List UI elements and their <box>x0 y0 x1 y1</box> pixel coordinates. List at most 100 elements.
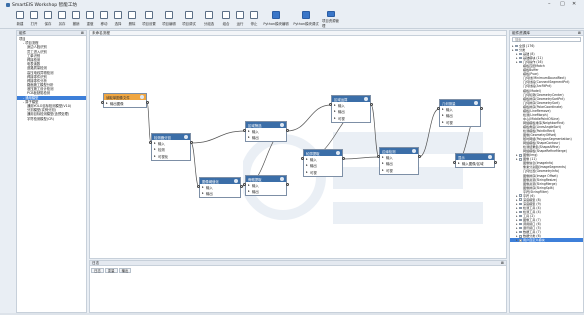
save-as-icon <box>58 11 66 19</box>
toolbar-button-8[interactable]: 删除 <box>126 9 138 28</box>
connection-wire[interactable] <box>286 104 332 132</box>
connection-wire[interactable] <box>190 130 246 144</box>
toolbar-button-1[interactable]: 打开 <box>28 9 40 28</box>
toolbar-button-18[interactable]: 项目资源管理 <box>322 9 340 28</box>
node-settings-icon[interactable] <box>234 178 238 183</box>
maximize-icon[interactable]: □ <box>560 1 565 7</box>
flow-node-title: 区域运算 <box>334 97 348 102</box>
flow-node[interactable]: 读取单图像文件输出图像 <box>103 93 147 108</box>
flow-node-port-label: 可视化 <box>152 153 190 160</box>
node-settings-icon[interactable] <box>184 134 188 139</box>
flow-node[interactable]: 图像阈值化输入输出 <box>199 177 241 198</box>
connection-wire[interactable] <box>418 108 440 158</box>
toolbar-button-9[interactable]: 项目设置 <box>140 9 158 28</box>
pin-close-icon[interactable]: ⊠ <box>501 261 504 265</box>
toolbar-button-17[interactable]: Python模块调试 <box>292 9 320 28</box>
folder-icon <box>519 202 522 206</box>
toolbar-button-4[interactable]: 撤销 <box>70 9 82 28</box>
node-settings-icon[interactable] <box>280 176 284 181</box>
toolbar-button-label: 另存 <box>58 21 66 26</box>
log-panel: 日志 ⊠ 日志 变量 输出 <box>89 260 507 313</box>
toolbar-button-label: 运行 <box>236 21 244 26</box>
log-tab[interactable]: 变量 <box>104 268 118 273</box>
node-settings-icon[interactable] <box>488 154 492 159</box>
resource-tree: ▸ 全部 (176) ▸ 分类 ▸ 基础 (8) ▸ 基础模块 (11) ▸ 几何操作 (16) 模… <box>510 43 583 243</box>
connection-wire[interactable] <box>190 142 200 188</box>
flow-node[interactable]: 区域运算输入输出可视 <box>331 95 371 123</box>
toolbar-button-15[interactable]: 停止 <box>248 9 260 28</box>
toolbar-button-5[interactable]: 重做 <box>84 9 96 28</box>
flow-node[interactable]: 骨骼提取输入输出 <box>245 175 287 196</box>
flow-node-port-label: 可视 <box>380 167 418 174</box>
flow-node-port-label: 输入图像/区域 <box>456 160 494 167</box>
group-select-icon <box>205 11 213 19</box>
pin-close-icon[interactable]: ⊠ <box>578 31 581 35</box>
toolbar-button-label: 项目资源管理 <box>322 19 339 28</box>
flow-node-title: 边缘检测 <box>382 149 396 154</box>
delete-icon <box>128 11 136 19</box>
undo-icon <box>72 11 80 19</box>
project-tree-item-label: 字符检测模型(CR) <box>27 116 54 121</box>
flow-node-title: 轮廓提取 <box>306 151 320 156</box>
node-settings-icon[interactable] <box>364 96 368 101</box>
node-settings-icon[interactable] <box>474 100 478 105</box>
folder-icon <box>519 158 522 161</box>
flow-node-port-label: 可视 <box>440 119 480 126</box>
component-panel-header: 组件 ⊠ <box>17 31 86 36</box>
flow-node[interactable]: 区域筛选输入输出 <box>245 121 287 142</box>
select-icon <box>114 11 122 19</box>
node-settings-icon[interactable] <box>412 148 416 153</box>
folder-icon <box>519 222 522 226</box>
folder-icon <box>519 230 522 234</box>
toolbar-button-label: 分组选 <box>203 21 215 26</box>
project-tree-item[interactable]: 字符检测模型(CR) <box>17 117 86 121</box>
folder-icon <box>519 153 522 157</box>
pin-close-icon[interactable]: ⊠ <box>81 31 84 35</box>
new-file-icon <box>16 11 24 19</box>
node-settings-icon[interactable] <box>140 94 144 99</box>
folder-icon <box>519 210 522 214</box>
toolbar-button-7[interactable]: 选择 <box>112 9 124 28</box>
save-icon <box>44 11 52 19</box>
connection-wire[interactable] <box>370 104 380 158</box>
minimize-icon[interactable]: – <box>548 1 551 7</box>
flow-node-port-label: 输出 <box>246 189 286 196</box>
flow-node-title: 骨骼提取 <box>248 177 262 182</box>
toolbar-button-14[interactable]: 运行 <box>234 9 246 28</box>
resource-search-input[interactable]: 搜索 <box>512 37 581 42</box>
flow-node[interactable]: 轮廓提取输入输出可视 <box>303 149 343 177</box>
flow-node[interactable]: 几何测量输入输出可视 <box>439 99 481 127</box>
flow-node[interactable]: 边缘检测输入输出可视 <box>379 147 419 175</box>
toolbar-button-12[interactable]: 分组选 <box>200 9 218 28</box>
toolbar-button-label: 项目调试 <box>182 21 196 26</box>
folder-icon <box>519 214 522 218</box>
node-settings-icon[interactable] <box>336 150 340 155</box>
toolbar-button-11[interactable]: 项目调试 <box>180 9 198 28</box>
toolbar-button-2[interactable]: 保存 <box>42 9 54 28</box>
log-tab[interactable]: 输出 <box>118 268 132 273</box>
resource-tree-item[interactable]: ▸ 用户自定义模块 <box>510 238 583 243</box>
toolbar-button-label: 移动 <box>100 21 108 26</box>
flow-node-port-label: 输出 <box>200 191 240 198</box>
log-tab[interactable]: 日志 <box>91 268 104 273</box>
connection-wire[interactable] <box>342 156 380 160</box>
flow-tab[interactable]: 未命名流程 <box>90 31 506 36</box>
move-icon <box>100 11 108 19</box>
component-panel-title: 组件 <box>19 30 27 35</box>
flow-node-port-label: 可视 <box>332 115 370 122</box>
folder-icon <box>519 234 522 238</box>
flow-node-port-label: 输出图像 <box>104 100 146 107</box>
toolbar-button-6[interactable]: 移动 <box>98 9 110 28</box>
node-settings-icon[interactable] <box>280 122 284 127</box>
toolbar-button-3[interactable]: 另存 <box>56 9 68 28</box>
flow-node[interactable]: 检测器分割输入检测可视化 <box>151 133 191 161</box>
toolbar-button-13[interactable]: 组合 <box>220 9 232 28</box>
toolbar-button-0[interactable]: 新建 <box>14 9 26 28</box>
flow-canvas[interactable]: 读取单图像文件输出图像检测器分割输入检测可视化图像阈值化输入输出 区域筛选输入输出… <box>93 37 505 258</box>
toolbar-button-10[interactable]: 项目编辑 <box>160 9 178 28</box>
toolbar-button-label: 重做 <box>86 21 94 26</box>
toolbar-button-16[interactable]: Python模块编辑 <box>262 9 290 28</box>
folder-icon <box>519 218 522 222</box>
flow-node[interactable]: 显示输入图像/区域 <box>455 153 495 168</box>
close-icon[interactable]: ✕ <box>572 1 576 7</box>
